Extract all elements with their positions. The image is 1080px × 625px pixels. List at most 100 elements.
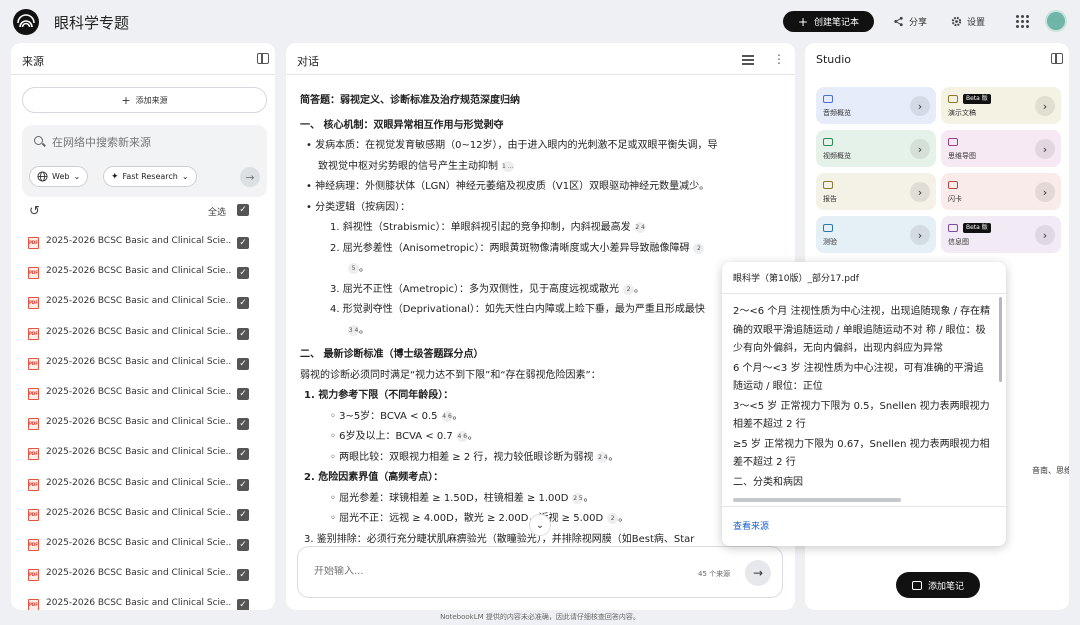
popup-scrollbar[interactable] [999,297,1002,382]
chat-line-tail: 。 [359,263,369,274]
popup-horizontal-scrollbar[interactable] [733,498,901,502]
send-button[interactable]: → [745,560,771,586]
list-item[interactable]: PDF 2025-2026 BCSC Basic and Clinical Sci… [11,559,275,589]
notebook-title[interactable]: 眼科学专题 [54,12,129,33]
studio-tile[interactable]: 视频概览 › [816,130,936,167]
source-name: 2025-2026 BCSC Basic and Clinical Scie..… [46,296,231,307]
source-checkbox[interactable]: ✓ [237,267,249,280]
studio-tile[interactable]: 音频概览 › [816,87,936,124]
fast-research-chip[interactable]: ✦ Fast Research ⌄ [103,166,197,187]
source-checkbox[interactable]: ✓ [237,538,249,551]
studio-tile[interactable]: 闪卡 › [941,173,1061,210]
add-source-button[interactable]: + 添加来源 [22,87,267,113]
share-button[interactable]: 分享 [893,11,927,32]
citation-chip[interactable]: 1 … [502,160,514,172]
collapse-panel-icon[interactable] [1051,53,1063,64]
excerpt-paragraph: ≥5 岁 正常视力下限为 0.67，Snellen 视力表两眼视力相差不超过 2… [733,438,990,469]
list-item[interactable]: PDF 2025-2026 BCSC Basic and Clinical Sci… [11,378,275,408]
select-all-checkbox[interactable]: ✓ [237,204,249,216]
list-item[interactable]: PDF 2025-2026 BCSC Basic and Clinical Sci… [11,348,275,378]
chevron-right-icon[interactable]: › [910,96,930,116]
notebooklm-logo-icon[interactable] [13,9,39,35]
add-note-button[interactable]: 添加笔记 [896,572,980,598]
citation-chip[interactable]: 4 6 [456,431,468,442]
list-item[interactable]: PDF 2025-2026 BCSC Basic and Clinical Sci… [11,438,275,468]
citation-chip[interactable]: 2 [623,283,635,295]
pdf-icon: PDF [28,267,39,280]
list-item[interactable]: PDF 2025-2026 BCSC Basic and Clinical Sci… [11,227,275,257]
citation-chip[interactable]: 2 [693,242,705,254]
beta-badge: Beta 版 [963,94,991,104]
source-checkbox[interactable]: ✓ [237,418,249,431]
chat-panel: 对话 ⋮ 简答题：弱视定义、诊断标准及治疗规范深度归纳 一、 核心机制：双眼异常相… [286,43,795,610]
chevron-right-icon[interactable]: › [910,225,930,245]
create-notebook-button[interactable]: + 创建笔记本 [783,11,874,32]
pdf-icon: PDF [28,508,39,521]
citation-popup: 眼科学（第10版）_部分17.pdf 2～<6 个月 注视性质为中心注视，出现追… [722,262,1006,546]
source-checkbox[interactable]: ✓ [237,478,249,491]
list-item[interactable]: PDF 2025-2026 BCSC Basic and Clinical Sci… [11,318,275,348]
chat-line-text: ◦ 屈光参差：球镜相差 ≥ 1.50D，柱镜相差 ≥ 1.00D [330,492,569,504]
citation-chip[interactable]: 5 [348,263,359,274]
citation-chip[interactable]: 2 5 [572,492,584,504]
studio-tile[interactable]: 信息图 › Beta 版 [941,216,1061,253]
studio-tile[interactable]: 思维导图 › [941,130,1061,167]
source-checkbox[interactable]: ✓ [237,357,249,370]
apps-grid-icon[interactable] [1016,15,1029,28]
chat-line: 二、 最新诊断标准（博士级答题踩分点） [300,345,780,366]
collapse-panel-icon[interactable] [257,53,269,64]
citation-chip[interactable]: 4 6 [441,410,453,422]
studio-tile[interactable]: 报告 › [816,173,936,210]
citation-chip[interactable]: 2 [607,513,619,524]
more-vert-icon[interactable]: ⋮ [773,52,785,66]
avatar[interactable] [1045,10,1067,32]
list-item[interactable]: PDF 2025-2026 BCSC Basic and Clinical Sci… [11,408,275,438]
popup-divider [722,293,1006,294]
chevron-right-icon[interactable]: › [910,182,930,202]
source-checkbox[interactable]: ✓ [237,237,249,249]
chat-line-text: ◦ 3~5岁：BCVA < 0.5 [330,410,438,422]
note-preview-text: 音南、思维导 [1032,466,1069,475]
chevron-right-icon[interactable]: › [1035,96,1055,116]
chevron-right-icon[interactable]: › [910,139,930,159]
view-source-link[interactable]: 查看来源 [733,519,769,532]
chat-line-text: 2. 危险因素界值（高频考点）： [304,472,444,483]
chevron-right-icon[interactable]: › [1035,225,1055,245]
citation-chip[interactable]: 2 4 [634,222,646,233]
chat-line-tail: 。 [359,324,369,336]
settings-button[interactable]: 设置 [951,11,985,32]
disclaimer-footer: NotebookLM 提供的内容未必准确，因此请仔细核查回答内容。 [440,613,640,621]
list-item[interactable]: PDF 2025-2026 BCSC Basic and Clinical Sci… [11,589,275,610]
chevron-right-icon[interactable]: › [1035,182,1055,202]
search-input[interactable] [30,131,259,153]
chat-line: 一、 核心机制：双眼异常相互作用与形觉剥夺 [300,116,780,137]
list-item[interactable]: PDF 2025-2026 BCSC Basic and Clinical Sci… [11,469,275,499]
list-item[interactable]: PDF 2025-2026 BCSC Basic and Clinical Sci… [11,287,275,317]
source-checkbox[interactable]: ✓ [237,508,249,521]
citation-chip[interactable]: 3 4 [348,324,359,336]
list-item[interactable]: PDF 2025-2026 BCSC Basic and Clinical Sci… [11,499,275,529]
source-checkbox[interactable]: ✓ [237,569,249,582]
source-checkbox[interactable]: ✓ [237,327,249,340]
source-checkbox[interactable]: ✓ [237,387,249,400]
chevron-right-icon[interactable]: › [1035,139,1055,159]
tune-icon[interactable] [742,54,754,65]
source-checkbox[interactable]: ✓ [237,448,249,461]
pdf-icon: PDF [28,327,39,340]
submit-arrow-button[interactable]: → [240,167,260,187]
chat-line: 1. 斜视性（Strabismic）：单眼斜视引起的竞争抑制，内斜视最高发 2 4 [300,218,780,239]
chat-input[interactable] [314,566,674,577]
list-item[interactable]: PDF 2025-2026 BCSC Basic and Clinical Sci… [11,529,275,559]
refresh-icon[interactable]: ↺ [29,204,40,219]
citation-chip[interactable]: 2 4 [597,451,609,463]
tile-icon [823,181,833,189]
source-checkbox[interactable]: ✓ [237,297,249,310]
share-icon [894,16,903,27]
list-item[interactable]: PDF 2025-2026 BCSC Basic and Clinical Sci… [11,257,275,287]
studio-tile[interactable]: 测验 › [816,216,936,253]
source-checkbox[interactable]: ✓ [237,599,249,610]
web-chip[interactable]: Web ⌄ [29,166,89,187]
tile-label: 演示文稿 [948,109,976,117]
studio-tile[interactable]: 演示文稿 › Beta 版 [941,87,1061,124]
scroll-down-button[interactable]: ⌄ [529,514,551,536]
